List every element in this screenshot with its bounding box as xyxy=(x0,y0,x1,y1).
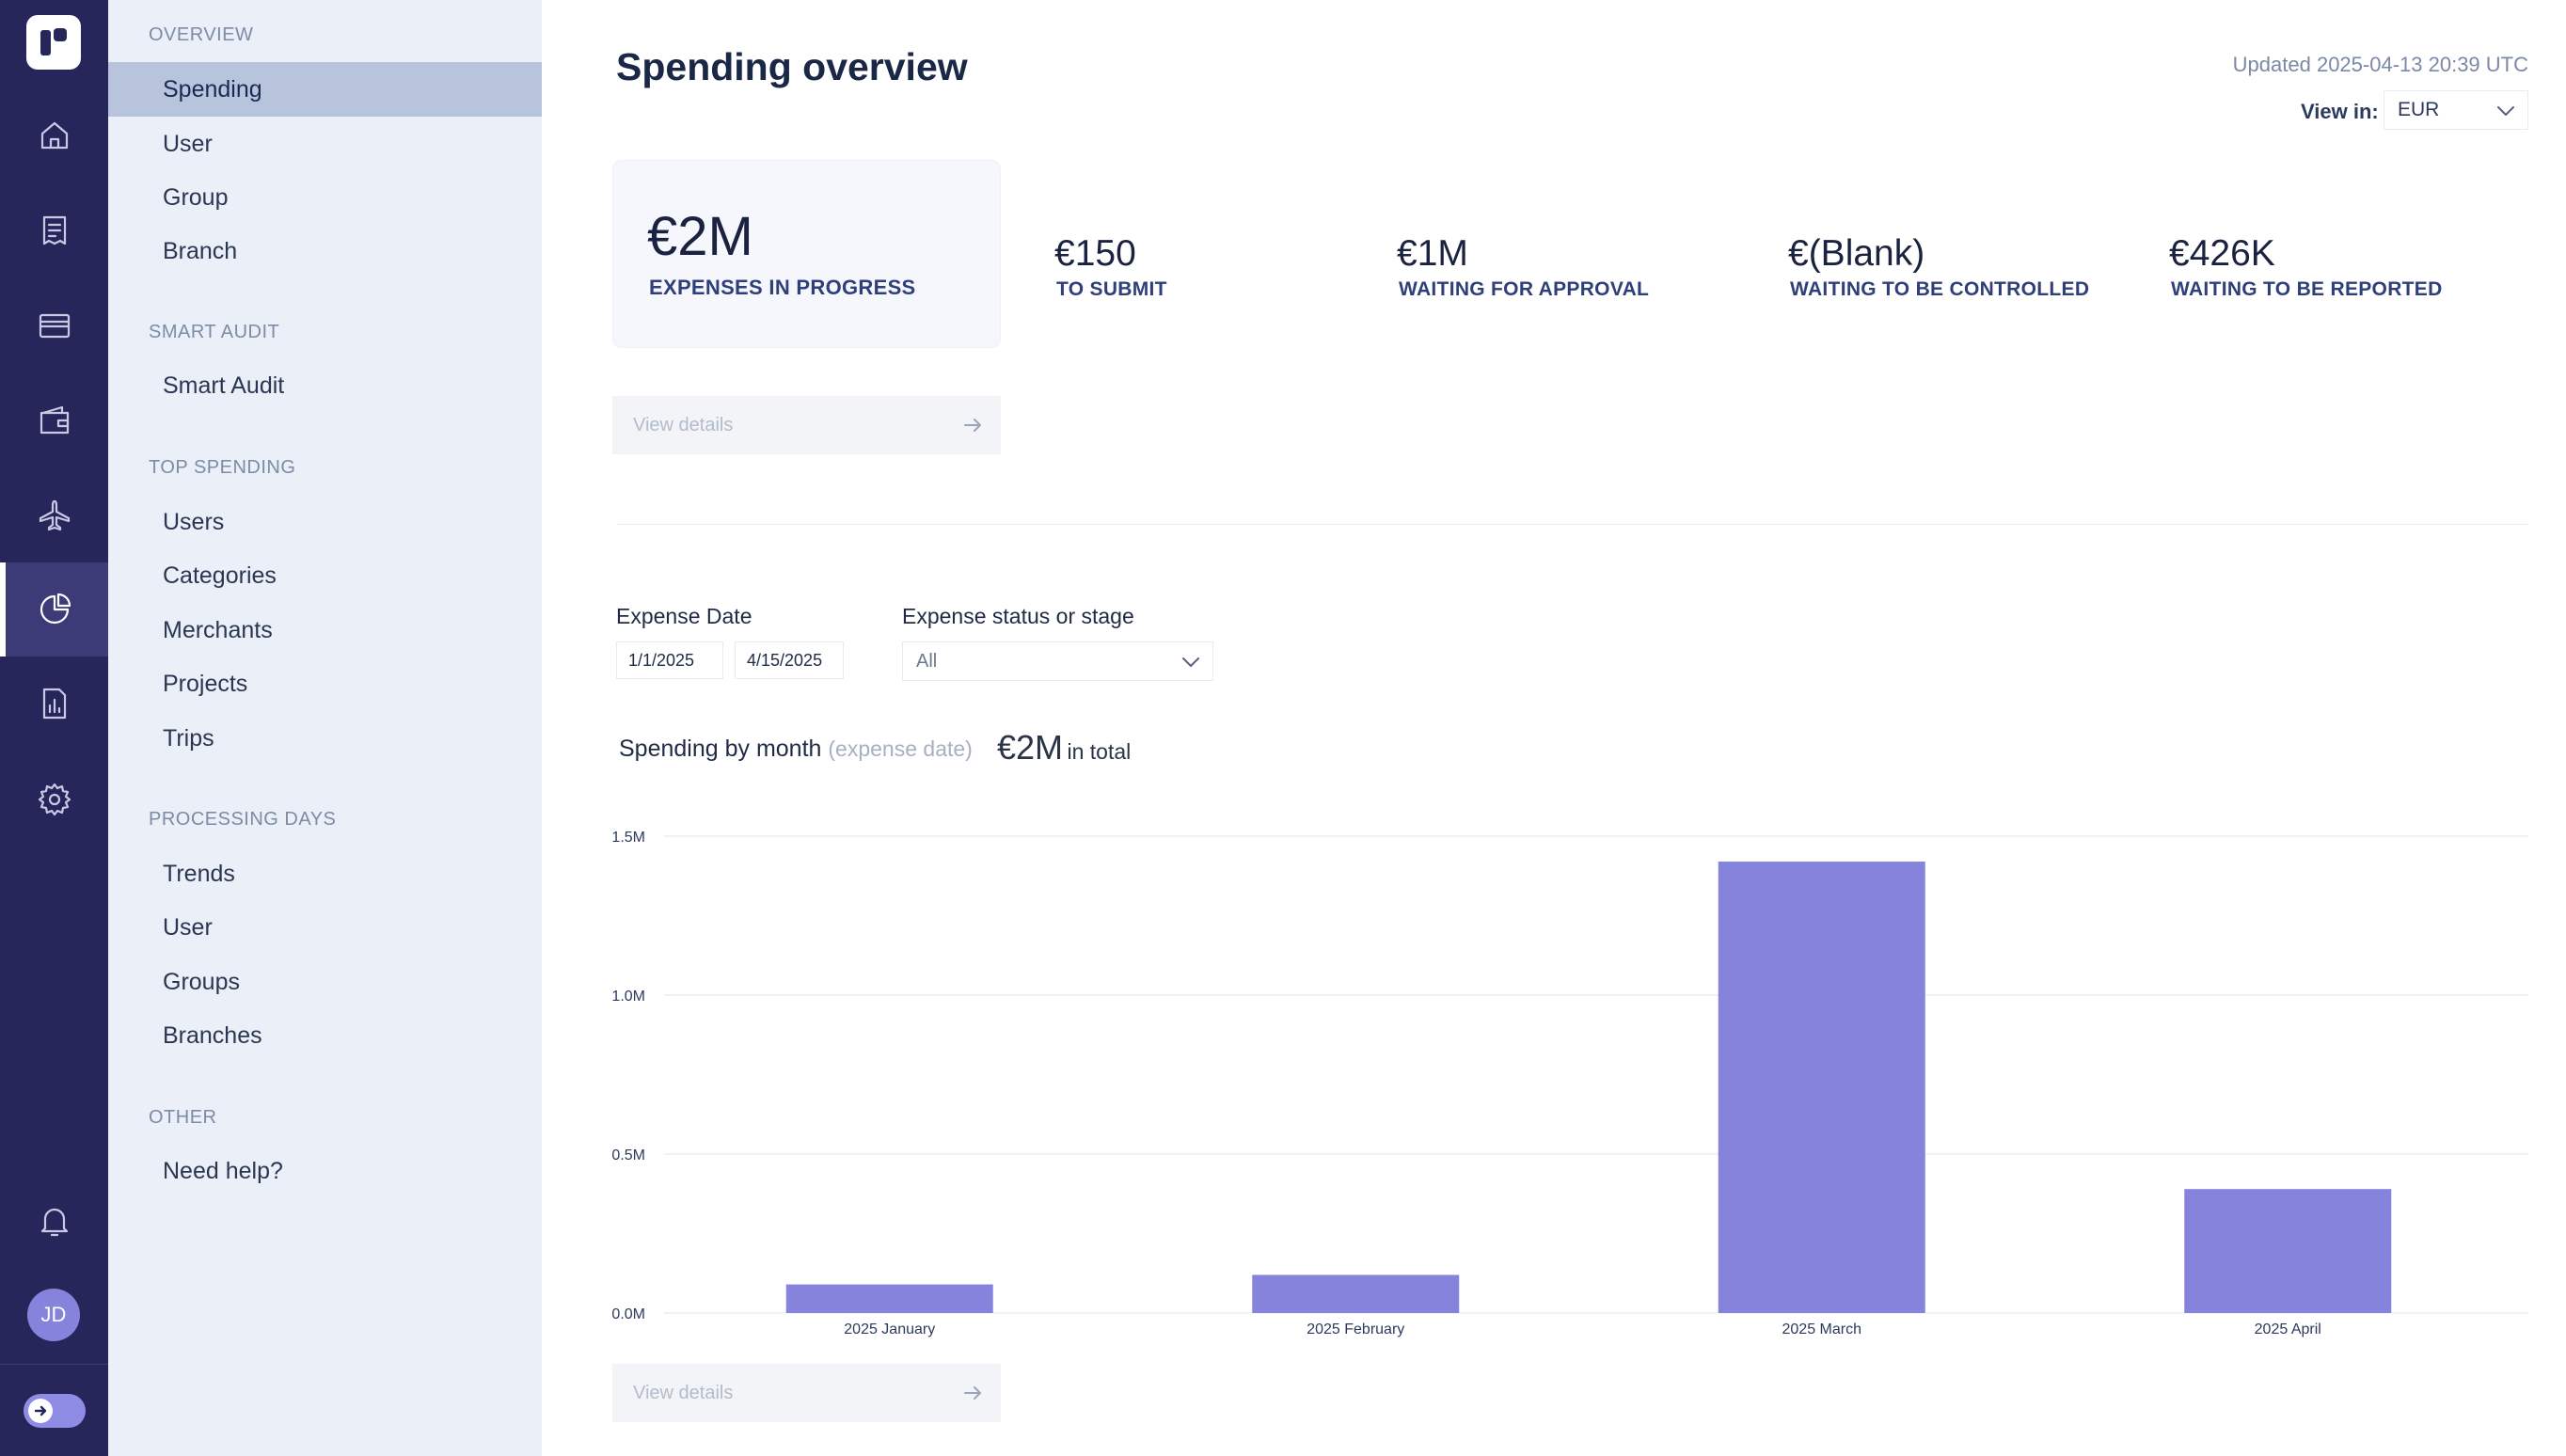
chart-title: Spending by month (expense date) xyxy=(619,736,973,763)
card-icon[interactable] xyxy=(0,278,108,372)
nav-item-merchants[interactable]: Merchants xyxy=(108,603,542,657)
kpi-in-progress-value: €2M xyxy=(647,206,753,267)
secondary-nav: OVERVIEW Spending User Group Branch SMAR… xyxy=(108,0,542,1456)
nav-item-user[interactable]: User xyxy=(108,117,542,171)
updated-timestamp: Updated 2025-04-13 20:39 UTC xyxy=(2232,53,2528,76)
kpi-in-progress-label: EXPENSES IN PROGRESS xyxy=(649,276,916,299)
y-tick-label: 1.5M xyxy=(611,830,645,846)
receipt-icon[interactable] xyxy=(0,183,108,277)
chevron-down-icon xyxy=(1182,657,1199,667)
nav-item-groups[interactable]: Groups xyxy=(108,955,542,1009)
currency-value: EUR xyxy=(2398,99,2440,120)
rail-divider xyxy=(0,1364,108,1365)
chart-total-suffix: in total xyxy=(1067,739,1132,764)
section-other: OTHER xyxy=(149,1107,217,1128)
chart-total: €2M in total xyxy=(997,728,1131,768)
section-smart-audit: SMART AUDIT xyxy=(149,322,280,342)
nav-item-smart-audit[interactable]: Smart Audit xyxy=(108,358,542,413)
view-details-label: View details xyxy=(633,414,734,435)
view-in-label: View in: xyxy=(2301,100,2379,123)
nav-item-projects[interactable]: Projects xyxy=(108,657,542,711)
bell-icon[interactable] xyxy=(0,1174,108,1268)
pie-chart-icon[interactable] xyxy=(0,562,108,657)
nav-item-users[interactable]: Users xyxy=(108,495,542,549)
arrow-right-icon xyxy=(964,419,981,432)
chart-subtitle: (expense date) xyxy=(828,736,973,761)
kpi-to-submit-value: €150 xyxy=(1054,233,1136,274)
avatar-initials: JD xyxy=(40,1303,67,1326)
nav-item-need-help[interactable]: Need help? xyxy=(108,1144,542,1198)
section-top-spending: TOP SPENDING xyxy=(149,457,296,478)
app-logo[interactable] xyxy=(26,15,81,70)
bar[interactable] xyxy=(785,1284,993,1313)
x-tick-label: 2025 March xyxy=(1782,1321,1862,1337)
chart-view-details-button[interactable]: View details xyxy=(612,1364,1001,1422)
x-tick-label: 2025 February xyxy=(1307,1321,1404,1337)
nav-item-spending[interactable]: Spending xyxy=(108,62,542,117)
section-divider xyxy=(617,524,2528,525)
kpi-to-submit-label: TO SUBMIT xyxy=(1056,278,1167,300)
kpi-reported-label: WAITING TO BE REPORTED xyxy=(2171,278,2443,300)
expense-date-label: Expense Date xyxy=(616,604,752,628)
section-overview: OVERVIEW xyxy=(149,24,254,45)
chart-view-details-label: View details xyxy=(633,1382,734,1403)
currency-select[interactable]: EUR xyxy=(2384,90,2528,130)
date-from-input[interactable]: 1/1/2025 xyxy=(616,641,723,679)
view-details-button[interactable]: View details xyxy=(612,396,1001,454)
y-tick-label: 0.5M xyxy=(611,1147,645,1163)
chart-total-value: €2M xyxy=(997,728,1064,767)
nav-item-branches[interactable]: Branches xyxy=(108,1008,542,1063)
expense-status-label: Expense status or stage xyxy=(902,604,1134,628)
y-tick-label: 1.0M xyxy=(611,989,645,1005)
gear-icon[interactable] xyxy=(0,752,108,847)
nav-item-trends[interactable]: Trends xyxy=(108,847,542,901)
nav-item-trips[interactable]: Trips xyxy=(108,711,542,766)
avatar[interactable]: JD xyxy=(27,1289,80,1341)
nav-item-user-processing[interactable]: User xyxy=(108,900,542,955)
y-tick-label: 0.0M xyxy=(611,1306,645,1322)
wallet-icon[interactable] xyxy=(0,373,108,467)
collapse-toggle[interactable] xyxy=(24,1394,86,1428)
nav-item-categories[interactable]: Categories xyxy=(108,548,542,603)
x-tick-label: 2025 April xyxy=(2255,1321,2321,1337)
kpi-approval-label: WAITING FOR APPROVAL xyxy=(1399,278,1650,300)
icon-rail: JD xyxy=(0,0,108,1456)
x-tick-label: 2025 January xyxy=(844,1321,935,1337)
main-content: Spending overview Updated 2025-04-13 20:… xyxy=(542,0,2566,1456)
section-processing-days: PROCESSING DAYS xyxy=(149,809,337,830)
kpi-controlled-label: WAITING TO BE CONTROLLED xyxy=(1790,278,2090,300)
arrow-right-icon xyxy=(964,1386,981,1400)
kpi-controlled-value: €(Blank) xyxy=(1788,233,1925,274)
airplane-icon[interactable] xyxy=(0,468,108,562)
status-select-value: All xyxy=(916,650,938,672)
report-icon[interactable] xyxy=(0,657,108,751)
bar[interactable] xyxy=(2184,1189,2392,1313)
page-title: Spending overview xyxy=(616,45,968,88)
arrow-right-icon xyxy=(28,1399,53,1423)
kpi-approval-value: €1M xyxy=(1397,233,1468,274)
bar[interactable] xyxy=(1252,1274,1460,1313)
chevron-down-icon xyxy=(2497,106,2514,116)
spending-by-month-chart: 0.0M 0.5M 1.0M 1.5M 2025 January 2025 Februar… xyxy=(611,830,2528,1337)
home-icon[interactable] xyxy=(0,88,108,182)
date-to-input[interactable]: 4/15/2025 xyxy=(735,641,844,679)
kpi-reported-value: €426K xyxy=(2169,233,2275,274)
chart-title-text: Spending by month xyxy=(619,736,822,762)
nav-item-group[interactable]: Group xyxy=(108,170,542,225)
nav-item-branch[interactable]: Branch xyxy=(108,224,542,278)
expense-status-select[interactable]: All xyxy=(902,641,1213,681)
bar[interactable] xyxy=(1718,862,1925,1313)
